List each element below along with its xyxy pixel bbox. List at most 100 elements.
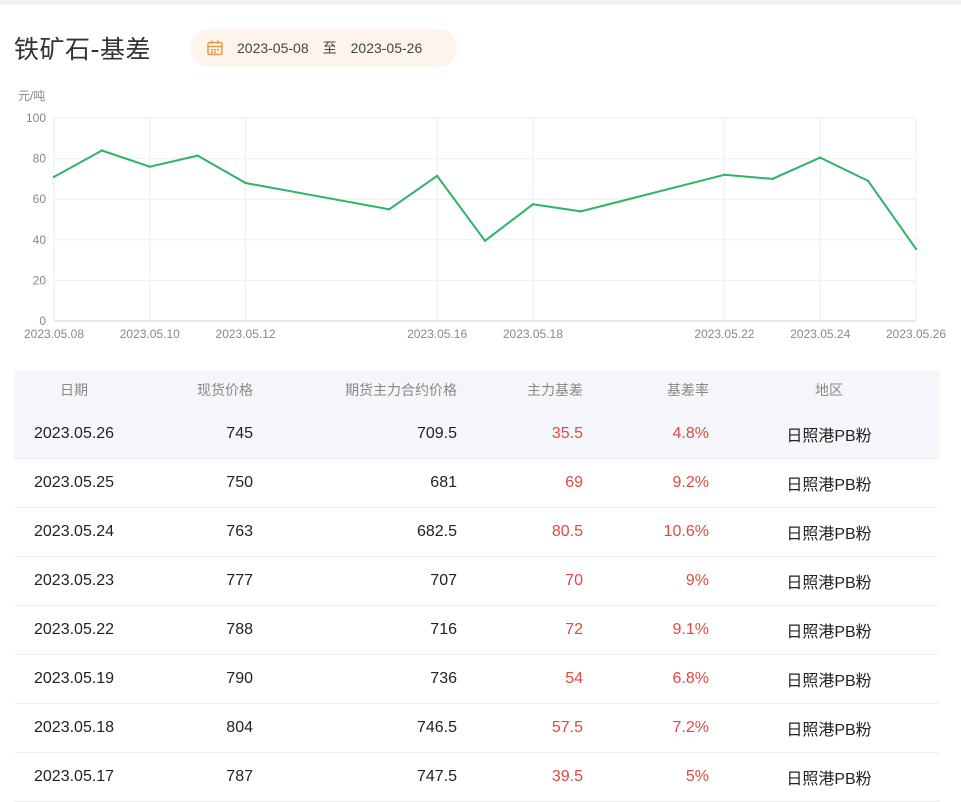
cell-basis: 54: [565, 670, 583, 687]
cell-spot-price: 750: [226, 474, 253, 491]
header-basis-rate: 基差率: [667, 382, 709, 398]
y-tick-label: 0: [39, 314, 46, 328]
cell-region: 日照港PB粉: [786, 477, 872, 494]
header-region: 地区: [815, 382, 843, 398]
cell-date: 2023.05.24: [34, 523, 115, 540]
cell-basis-rate: 6.8%: [672, 670, 709, 687]
cell-region: 日照港PB粉: [786, 428, 872, 445]
cell-futures-price: 716: [430, 621, 457, 638]
cell-futures-price: 707: [430, 572, 457, 589]
data-point: [579, 210, 582, 213]
table-row[interactable]: 2023.05.18 804 746.5 57.5 7.2% 日照港PB粉: [14, 704, 940, 753]
date-range-picker[interactable]: 2023-05-08 至 2023-05-26: [190, 29, 457, 67]
data-point: [819, 156, 822, 159]
x-tick-label: 2023.05.12: [216, 327, 276, 341]
data-point: [531, 203, 535, 206]
data-point: [435, 174, 439, 178]
date-from[interactable]: 2023-05-08: [237, 40, 309, 56]
cell-spot-price: 787: [226, 768, 253, 785]
cell-date: 2023.05.26: [34, 425, 115, 442]
cell-basis-rate: 7.2%: [672, 719, 709, 736]
cell-basis-rate: 4.8%: [672, 425, 709, 442]
y-axis-unit-label: 元/吨: [18, 89, 45, 103]
x-tick-label: 2023.05.22: [694, 327, 754, 341]
data-point: [723, 173, 726, 177]
table-header-row: 日期 现货价格 期货主力合约价格 主力基差 基差率 地区: [14, 370, 940, 410]
table-row[interactable]: 2023.05.23 777 707 70 9% 日照港PB粉: [14, 557, 940, 606]
cell-basis: 80.5: [551, 523, 583, 540]
cell-region: 日照港PB粉: [786, 673, 872, 690]
data-point: [52, 175, 56, 179]
date-to[interactable]: 2023-05-26: [351, 40, 423, 56]
table-row[interactable]: 2023.05.17 787 747.5 39.5 5% 日照港PB粉: [14, 753, 940, 802]
data-point: [148, 165, 151, 168]
header-date: 日期: [60, 382, 88, 398]
cell-date: 2023.05.19: [34, 670, 115, 687]
data-point: [914, 247, 918, 251]
cell-futures-price: 681: [430, 474, 457, 491]
cell-basis: 35.5: [551, 425, 583, 442]
cell-date: 2023.05.18: [34, 719, 115, 736]
cell-basis: 70: [565, 572, 583, 589]
y-tick-label: 80: [33, 152, 47, 166]
cell-spot-price: 777: [226, 572, 253, 589]
page-title: 铁矿石-基差: [14, 35, 152, 64]
cell-basis: 39.5: [551, 768, 583, 785]
data-point: [771, 177, 774, 181]
table-row[interactable]: 2023.05.19 790 736 54 6.8% 日照港PB粉: [14, 655, 940, 704]
cell-basis: 69: [565, 474, 583, 491]
page-header: 铁矿石-基差: [14, 28, 151, 68]
calendar-icon: [207, 40, 223, 56]
top-strip: [0, 0, 961, 5]
cell-futures-price: 682.5: [416, 523, 457, 540]
y-tick-label: 20: [33, 273, 47, 287]
cell-region: 日照港PB粉: [786, 722, 872, 739]
basis-line-chart: 元/吨 0 20 40 60 80 100 2023.05.08 2023.05.10 2023.…: [18, 89, 946, 341]
cell-futures-price: 747.5: [416, 768, 457, 785]
cell-date: 2023.05.22: [34, 621, 115, 638]
cell-basis-rate: 5%: [685, 768, 709, 785]
cell-spot-price: 790: [226, 670, 253, 687]
data-point: [388, 208, 391, 211]
data-point: [196, 154, 199, 157]
cell-region: 日照港PB粉: [786, 771, 872, 788]
cell-futures-price: 746.5: [416, 719, 457, 736]
cell-basis-rate: 9.2%: [672, 474, 709, 491]
date-separator: 至: [322, 40, 337, 56]
cell-basis-rate: 9.1%: [672, 621, 709, 638]
cell-basis-rate: 10.6%: [663, 523, 709, 540]
cell-region: 日照港PB粉: [786, 624, 872, 641]
cell-region: 日照港PB粉: [786, 575, 872, 592]
cell-basis: 57.5: [551, 719, 583, 736]
cell-date: 2023.05.25: [34, 474, 115, 491]
table-body: 2023.05.26 745 709.5 35.5 4.8% 日照港PB粉 2023.05.…: [14, 410, 940, 802]
data-point: [866, 179, 870, 183]
x-tick-label: 2023.05.16: [407, 327, 467, 341]
table-row[interactable]: 2023.05.26 745 709.5 35.5 4.8% 日照港PB粉: [14, 410, 940, 459]
x-tick-label: 2023.05.10: [120, 327, 180, 341]
x-tick-label: 2023.05.26: [886, 327, 946, 341]
y-tick-label: 100: [26, 111, 46, 125]
header-futures-price: 期货主力合约价格: [345, 382, 457, 398]
cell-date: 2023.05.17: [34, 768, 115, 785]
cell-basis: 72: [565, 621, 583, 638]
x-tick-label: 2023.05.08: [24, 327, 84, 341]
data-point: [100, 149, 104, 152]
cell-spot-price: 763: [226, 523, 253, 540]
cell-basis-rate: 9%: [685, 572, 709, 589]
x-tick-label: 2023.05.18: [503, 327, 563, 341]
table-row[interactable]: 2023.05.24 763 682.5 80.5 10.6% 日照港PB粉: [14, 508, 940, 557]
table-row[interactable]: 2023.05.22 788 716 72 9.1% 日照港PB粉: [14, 606, 940, 655]
table-row[interactable]: 2023.05.25 750 681 69 9.2% 日照港PB粉: [14, 459, 940, 508]
data-point: [244, 181, 247, 185]
y-tick-label: 40: [33, 233, 47, 247]
x-tick-label: 2023.05.24: [790, 327, 850, 341]
cell-spot-price: 745: [226, 425, 253, 442]
header-basis: 主力基差: [527, 382, 583, 398]
cell-spot-price: 804: [226, 719, 253, 736]
cell-spot-price: 788: [226, 621, 253, 638]
cell-region: 日照港PB粉: [786, 526, 872, 543]
y-tick-label: 60: [33, 192, 47, 206]
cell-futures-price: 736: [430, 670, 457, 687]
cell-date: 2023.05.23: [34, 572, 115, 589]
